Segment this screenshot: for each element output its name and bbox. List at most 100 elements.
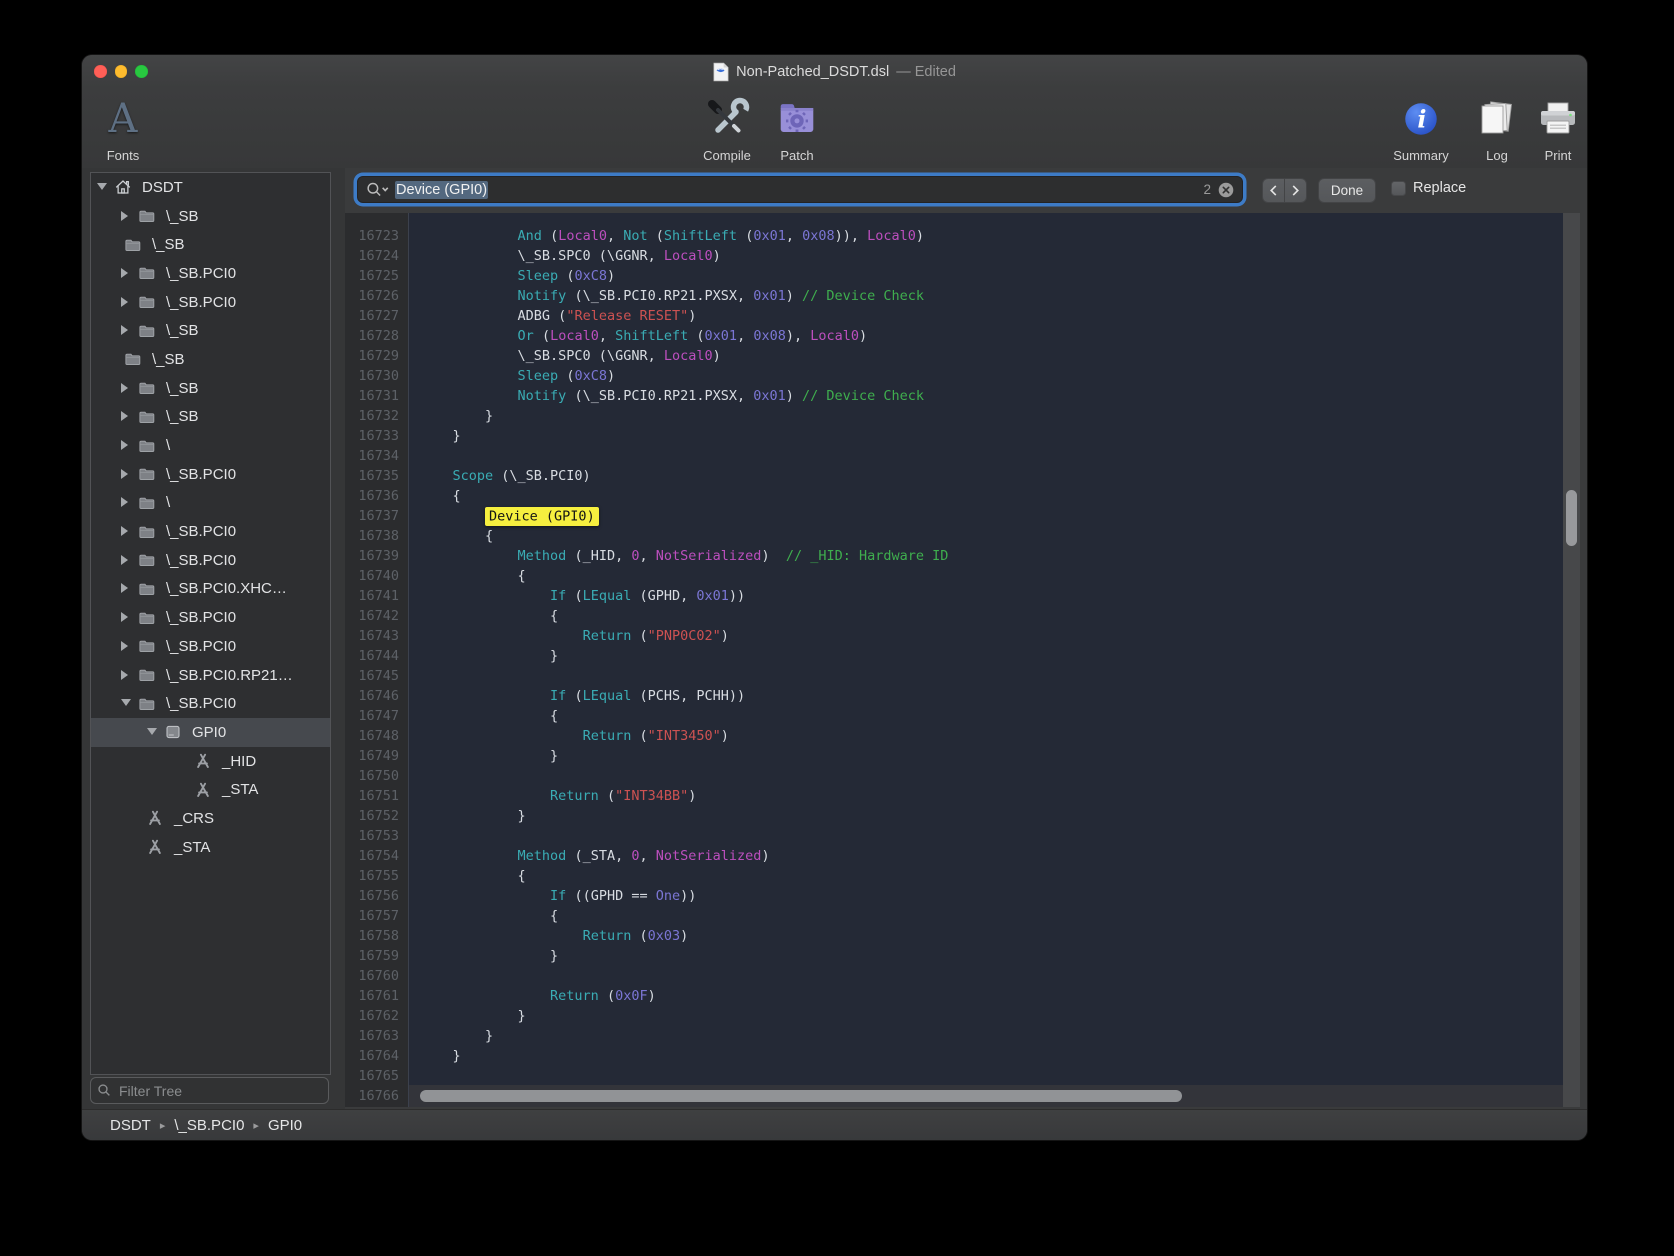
find-previous-button[interactable] (1263, 179, 1285, 202)
title-bar: Non-Patched_DSDT.dsl — Edited (82, 55, 1587, 88)
line-number: 16727 (345, 306, 408, 326)
done-button[interactable]: Done (1318, 178, 1376, 203)
disclosure-closed-icon[interactable] (121, 408, 135, 425)
tree-item-crs[interactable]: _CRS (91, 804, 330, 833)
breadcrumb-item[interactable]: GPI0 (268, 1117, 302, 1134)
clear-search-icon[interactable] (1218, 182, 1234, 198)
disclosure-closed-icon[interactable] (121, 322, 135, 339)
folder-icon (137, 378, 159, 398)
folder-icon (137, 464, 159, 484)
sidebar: DSDT\_SB\_SB\_SB.PCI0\_SB.PCI0\_SB\_SB\_… (82, 168, 345, 1110)
line-number: 16763 (345, 1026, 408, 1046)
tree-item-[interactable]: \ (91, 431, 330, 460)
disclosure-closed-icon[interactable] (121, 667, 135, 684)
disclosure-closed-icon[interactable] (121, 208, 135, 225)
print-button[interactable]: Print (1513, 92, 1587, 163)
find-nav-segment (1262, 178, 1307, 203)
code-line-16750 (409, 766, 1563, 786)
code-content[interactable]: And (Local0, Not (ShiftLeft (0x01, 0x08)… (409, 213, 1563, 1107)
document-icon (713, 62, 729, 82)
code-line-16759: } (409, 946, 1563, 966)
filter-tree-box (90, 1077, 329, 1104)
tree-item-sta[interactable]: _STA (91, 833, 330, 862)
tree-item-sb[interactable]: \_SB (91, 316, 330, 345)
patch-icon (774, 92, 820, 146)
line-number: 16737 (345, 506, 408, 526)
editor-pane: Device (GPI0) 2 Done Replace 1 (345, 168, 1580, 1107)
disclosure-open-icon[interactable] (121, 695, 135, 712)
tree-item-label: \_SB (166, 208, 199, 225)
filter-tree-input[interactable] (117, 1082, 322, 1100)
breadcrumb-item[interactable]: \_SB.PCI0 (174, 1117, 244, 1134)
tree-item-sbpci0[interactable]: \_SB.PCI0 (91, 546, 330, 575)
tree-item-sb[interactable]: \_SB (91, 230, 330, 259)
zoom-button[interactable] (135, 65, 148, 78)
tree-item-sbpci0[interactable]: \_SB.PCI0 (91, 517, 330, 546)
line-number: 16729 (345, 346, 408, 366)
code-line-16751: Return ("INT34BB") (409, 786, 1563, 806)
vertical-scrollbar[interactable] (1563, 213, 1580, 1107)
folder-icon (137, 407, 159, 427)
tree-item-dsdt[interactable]: DSDT (91, 173, 330, 202)
disclosure-closed-icon[interactable] (121, 265, 135, 282)
disclosure-open-icon[interactable] (97, 179, 111, 196)
disclosure-closed-icon[interactable] (121, 552, 135, 569)
replace-checkbox[interactable] (1391, 181, 1406, 196)
close-button[interactable] (94, 65, 107, 78)
code-line-16754: Method (_STA, 0, NotSerialized) (409, 846, 1563, 866)
line-number: 16759 (345, 946, 408, 966)
disclosure-closed-icon[interactable] (121, 437, 135, 454)
tree-item-label: _STA (222, 781, 258, 798)
search-icon[interactable] (366, 181, 390, 198)
vertical-scrollbar-thumb[interactable] (1566, 490, 1577, 546)
disclosure-closed-icon[interactable] (121, 580, 135, 597)
line-number: 16732 (345, 406, 408, 426)
tree-item-sb[interactable]: \_SB (91, 345, 330, 374)
tree-item-sbpci0[interactable]: \_SB.PCI0 (91, 603, 330, 632)
tree-item-sbpci0[interactable]: \_SB.PCI0 (91, 632, 330, 661)
minimize-button[interactable] (115, 65, 128, 78)
folder-icon (137, 436, 159, 456)
tree-item-[interactable]: \ (91, 489, 330, 518)
tree-item-sbpci0[interactable]: \_SB.PCI0 (91, 689, 330, 718)
fonts-button[interactable]: A Fonts (82, 92, 168, 163)
disclosure-open-icon[interactable] (147, 724, 161, 741)
replace-label: Replace (1413, 180, 1466, 196)
line-number: 16728 (345, 326, 408, 346)
disclosure-closed-icon[interactable] (121, 638, 135, 655)
tree-item-sta[interactable]: _STA (91, 775, 330, 804)
disclosure-closed-icon[interactable] (121, 466, 135, 483)
disclosure-closed-icon[interactable] (121, 294, 135, 311)
tree-item-sb[interactable]: \_SB (91, 202, 330, 231)
line-number: 16726 (345, 286, 408, 306)
tree-item-hid[interactable]: _HID (91, 747, 330, 776)
tree-item-label: _HID (222, 753, 256, 770)
folder-icon (137, 522, 159, 542)
disclosure-closed-icon[interactable] (121, 609, 135, 626)
line-number: 16748 (345, 726, 408, 746)
tree-item-sbpci0xhc[interactable]: \_SB.PCI0.XHC… (91, 575, 330, 604)
find-next-button[interactable] (1285, 179, 1306, 202)
tree-item-sbpci0[interactable]: \_SB.PCI0 (91, 259, 330, 288)
line-number: 16765 (345, 1066, 408, 1086)
tree-item-sb[interactable]: \_SB (91, 403, 330, 432)
tree-item-sbpci0[interactable]: \_SB.PCI0 (91, 288, 330, 317)
folder-icon (137, 206, 159, 226)
tree-item-sbpci0[interactable]: \_SB.PCI0 (91, 460, 330, 489)
code-line-16739: Method (_HID, 0, NotSerialized) // _HID:… (409, 546, 1563, 566)
code-line-16729: \_SB.SPC0 (\GGNR, Local0) (409, 346, 1563, 366)
horizontal-scrollbar[interactable] (409, 1085, 1563, 1107)
horizontal-scrollbar-thumb[interactable] (420, 1090, 1182, 1102)
code-line-16748: Return ("INT3450") (409, 726, 1563, 746)
breadcrumb-item[interactable]: DSDT (110, 1117, 151, 1134)
search-input[interactable]: Device (GPI0) 2 (357, 176, 1243, 203)
tree-item-gpi0[interactable]: GPI0 (91, 718, 330, 747)
tree-item-sb[interactable]: \_SB (91, 374, 330, 403)
code-line-16757: { (409, 906, 1563, 926)
disclosure-closed-icon[interactable] (121, 494, 135, 511)
disclosure-closed-icon[interactable] (121, 523, 135, 540)
tree-item-sbpci0rp21[interactable]: \_SB.PCI0.RP21… (91, 661, 330, 690)
disclosure-closed-icon[interactable] (121, 380, 135, 397)
line-number: 16730 (345, 366, 408, 386)
patch-button[interactable]: Patch (752, 92, 842, 163)
